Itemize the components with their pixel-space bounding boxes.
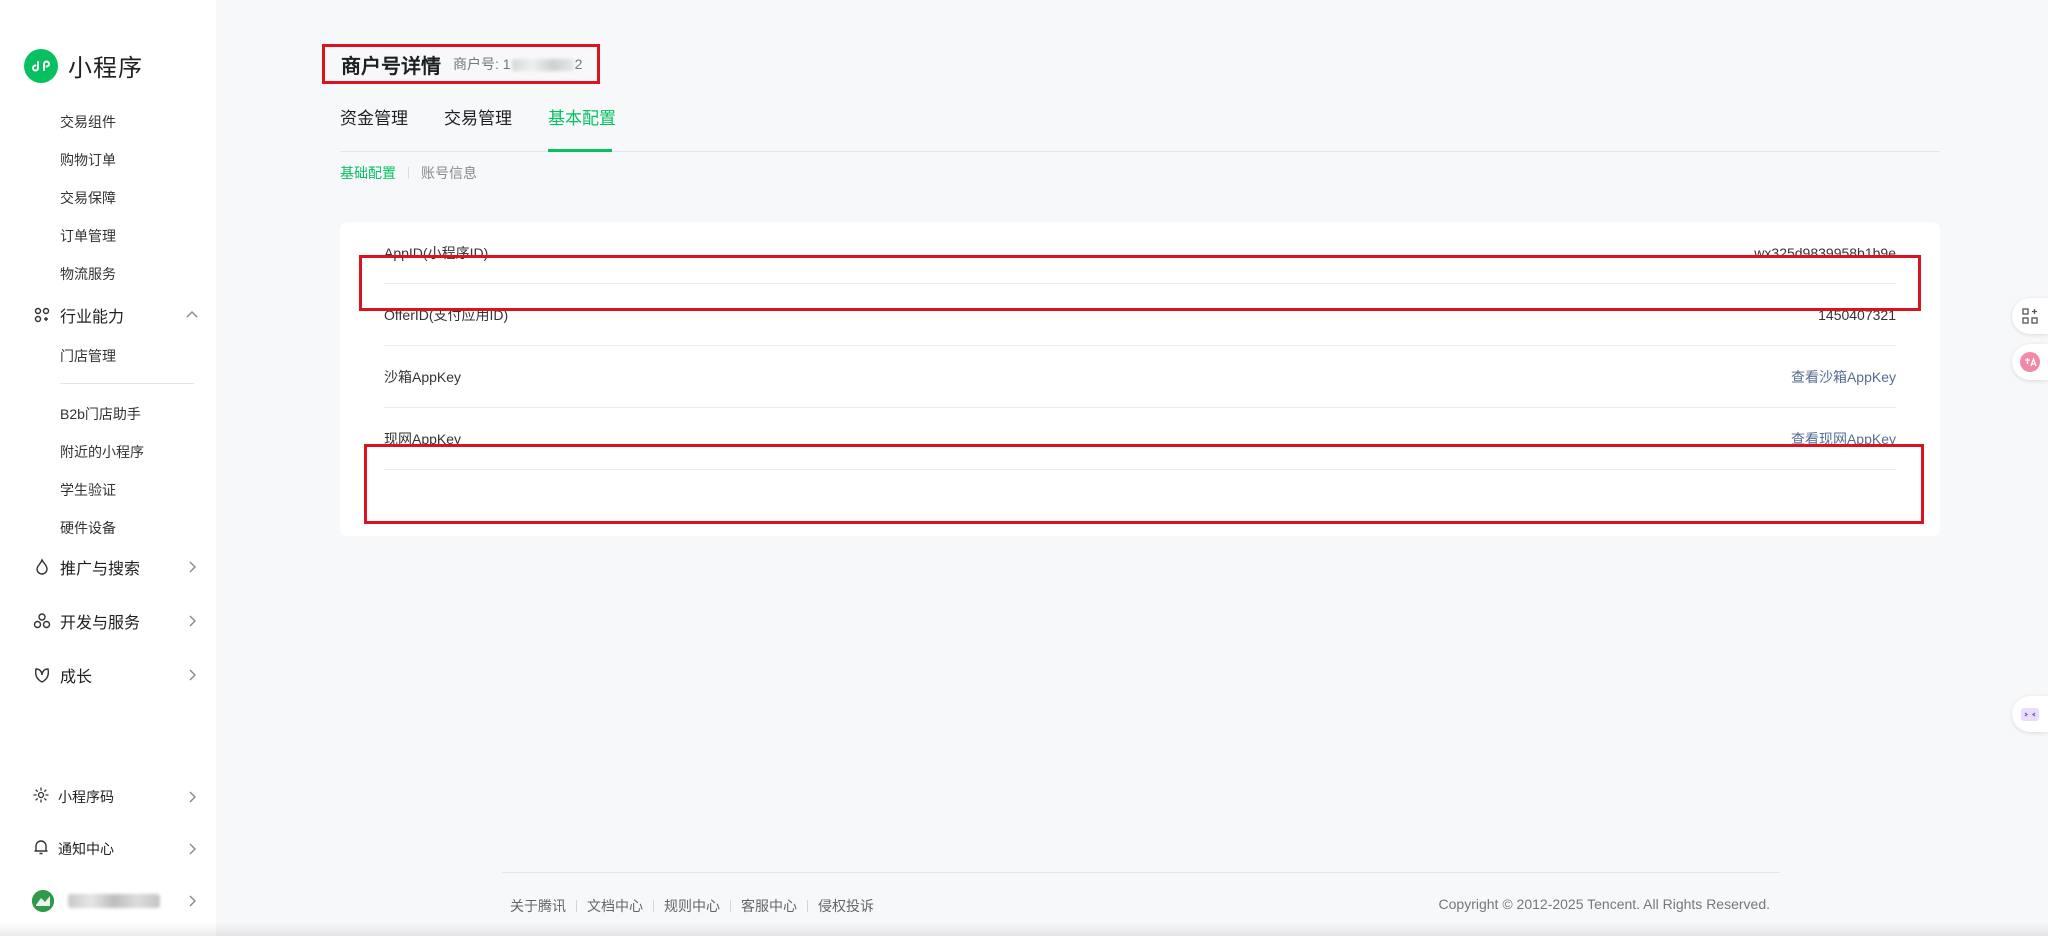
footer-separator [576, 900, 577, 912]
copyright: Copyright © 2012-2025 Tencent. All Right… [1438, 896, 1770, 912]
config-card: AppID(小程序ID) wx325d9839958b1b9e OfferID(… [340, 222, 1940, 536]
float-apps-button[interactable] [2012, 298, 2048, 334]
subtab-divider [408, 167, 409, 179]
sidebar-item-label: 通知中心 [58, 841, 114, 857]
sidebar-item-student-verification[interactable]: 学生验证 [60, 480, 116, 500]
footer-separator [730, 900, 731, 912]
merchant-id-redacted [511, 59, 574, 72]
account-name-redacted [68, 894, 160, 908]
sidebar-item-nearby-mini-program[interactable]: 附近的小程序 [60, 442, 144, 462]
merchant-id-suffix: 2 [574, 56, 583, 72]
offerid-label: OfferID(支付应用ID) [384, 306, 509, 323]
flame-icon [32, 557, 52, 577]
growth-leaf-icon [32, 665, 52, 685]
chevron-right-icon [189, 669, 196, 681]
window-bottom-edge [0, 922, 2048, 936]
chevron-right-icon [189, 791, 196, 803]
footer-link-infringement[interactable]: 侵权投诉 [818, 896, 874, 916]
sidebar-group-promotion[interactable]: 推广与搜索 [32, 552, 200, 582]
sidebar-item-qrcode[interactable]: 小程序码 [32, 782, 200, 812]
chevron-right-icon [189, 843, 196, 855]
sidebar-item-order-management[interactable]: 订单管理 [60, 226, 116, 246]
active-tab-indicator [548, 149, 612, 152]
sidebar-item-hardware-device[interactable]: 硬件设备 [60, 518, 116, 538]
sidebar-item-trade-component[interactable]: 交易组件 [60, 112, 116, 132]
merchant-id-prefix: 商户号: 1 [453, 56, 511, 72]
logo-text: 小程序 [68, 55, 143, 82]
chevron-right-icon [189, 561, 196, 573]
sidebar-group-industry[interactable]: 行业能力 [32, 300, 200, 330]
sidebar-group-label: 成长 [60, 669, 93, 686]
offerid-value: 1450407321 [1818, 306, 1896, 323]
subtab-basic-config[interactable]: 基础配置 [340, 163, 396, 183]
logo[interactable]: 小程序 [24, 48, 143, 83]
tab-basic-config[interactable]: 基本配置 [548, 104, 616, 129]
sidebar-group-dev[interactable]: 开发与服务 [32, 606, 200, 636]
tab-trade-management[interactable]: 交易管理 [444, 104, 512, 129]
sidebar-item-shopping-orders[interactable]: 购物订单 [60, 150, 116, 170]
sidebar-group-label: 行业能力 [60, 309, 125, 326]
page-title-highlight: 商户号详情 商户号: 1 2 [322, 44, 600, 84]
sidebar-item-store-management[interactable]: 门店管理 [60, 346, 116, 366]
sidebar-item-label: 小程序码 [58, 789, 114, 805]
footer-link-rules[interactable]: 规则中心 [664, 896, 720, 916]
float-assistant-button[interactable] [2012, 696, 2048, 732]
footer-separator [807, 900, 808, 912]
industry-icon [32, 305, 52, 325]
row-live-appkey: 现网AppKey 查看现网AppKey [384, 408, 1896, 470]
sun-code-icon [32, 786, 50, 809]
main-tabs: 资金管理 交易管理 基本配置 [340, 100, 1940, 152]
live-appkey-label: 现网AppKey [384, 430, 462, 447]
page-title: 商户号详情 [341, 55, 441, 78]
sidebar-item-notifications[interactable]: 通知中心 [32, 834, 200, 864]
appid-label: AppID(小程序ID) [384, 244, 489, 261]
row-appid: AppID(小程序ID) wx325d9839958b1b9e [384, 222, 1896, 284]
avatar [32, 890, 54, 912]
footer-separator [653, 900, 654, 912]
cluster-icon [32, 611, 52, 631]
subtab-account-info[interactable]: 账号信息 [421, 163, 477, 183]
sidebar-group-label: 开发与服务 [60, 615, 141, 632]
footer-link-about[interactable]: 关于腾讯 [510, 896, 566, 916]
sidebar-item-logistics[interactable]: 物流服务 [60, 264, 116, 284]
row-offerid: OfferID(支付应用ID) 1450407321 [384, 284, 1896, 346]
sidebar: 小程序 交易组件 购物订单 交易保障 订单管理 物流服务 行业能力 门店管理 B… [0, 0, 216, 936]
view-live-appkey-link[interactable]: 查看现网AppKey [1791, 429, 1896, 449]
sidebar-group-label: 推广与搜索 [60, 561, 141, 578]
footer-links: 关于腾讯 文档中心 规则中心 客服中心 侵权投诉 [510, 896, 874, 916]
footer-link-docs[interactable]: 文档中心 [587, 896, 643, 916]
merchant-id: 商户号: 1 2 [453, 54, 582, 74]
sidebar-item-b2b-store-assistant[interactable]: B2b门店助手 [60, 404, 141, 424]
view-sandbox-appkey-link[interactable]: 查看沙箱AppKey [1791, 367, 1896, 387]
sub-tabs: 基础配置 账号信息 [340, 163, 477, 183]
sidebar-group-growth[interactable]: 成长 [32, 660, 200, 690]
sidebar-divider [60, 383, 194, 384]
sandbox-appkey-label: 沙箱AppKey [384, 368, 462, 385]
row-sandbox-appkey: 沙箱AppKey 查看沙箱AppKey [384, 346, 1896, 408]
tab-funds-management[interactable]: 资金管理 [340, 104, 408, 129]
chevron-up-icon [186, 311, 198, 318]
appid-value: wx325d9839958b1b9e [1754, 244, 1896, 261]
footer-divider [502, 872, 1780, 873]
app-root: 小程序 交易组件 购物订单 交易保障 订单管理 物流服务 行业能力 门店管理 B… [0, 0, 2048, 936]
bell-icon [32, 838, 50, 861]
grid-plus-icon [2022, 308, 2038, 324]
footer-link-support[interactable]: 客服中心 [741, 896, 797, 916]
float-translate-button[interactable] [2012, 344, 2048, 380]
sidebar-item-trade-guarantee[interactable]: 交易保障 [60, 188, 116, 208]
sidebar-account[interactable] [32, 886, 200, 916]
translate-icon [2020, 352, 2040, 372]
chevron-right-icon [189, 615, 196, 627]
chevron-right-icon [189, 895, 196, 907]
assistant-face-icon [2021, 708, 2039, 721]
mini-program-logo-icon [24, 48, 58, 83]
